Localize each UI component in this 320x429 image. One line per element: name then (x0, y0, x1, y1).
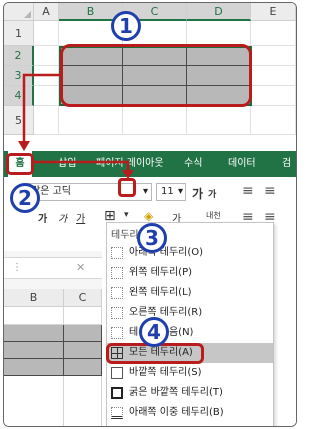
grid-cell[interactable] (4, 376, 64, 426)
bottom-double-border-icon (111, 407, 123, 419)
row-header-3[interactable]: 3 (4, 66, 34, 86)
top-border-icon (111, 267, 123, 279)
tab-data[interactable]: 데이터 (228, 151, 256, 177)
tab-page-layout[interactable]: 페이지 레이아웃 (96, 151, 164, 177)
step-badge-4: 4 (139, 317, 169, 347)
selected-cell[interactable] (4, 359, 64, 376)
row-header-1[interactable]: 1 (4, 21, 34, 46)
selected-cell[interactable] (4, 325, 64, 342)
menu-item-outside-borders[interactable]: 바깥쪽 테두리(S) (107, 363, 273, 383)
formula-bar: ⋮ ✕ (4, 257, 102, 279)
underline-button[interactable]: 가 (76, 210, 85, 225)
step-badge-1: 1 (111, 11, 141, 41)
row-header-4[interactable]: 4 (4, 86, 34, 106)
sheet-fragment: ⋮ ✕ B C (4, 251, 102, 426)
phonetic-button[interactable]: 내천 (206, 210, 221, 221)
grid-cell[interactable] (34, 86, 59, 106)
border-menu-header: 테두리 (111, 230, 139, 241)
grid-cell[interactable] (59, 106, 123, 135)
font-row: 맑은 고딕 ▾ 11 ▾ 가 가 ≡ ≡ (4, 179, 296, 201)
grid-cell[interactable] (34, 106, 59, 135)
menu-item-left-border[interactable]: 왼쪽 테두리(L) (107, 283, 273, 303)
font-size: 11 (161, 186, 174, 197)
grid-cell[interactable] (251, 86, 296, 106)
highlight-selected-range (60, 44, 252, 107)
selected-cell[interactable] (64, 325, 102, 342)
selected-cell[interactable] (64, 359, 102, 376)
menu-item-bottom-double-border[interactable]: 아래쪽 이중 테두리(B) (107, 403, 273, 423)
menu-item-thick-outside-borders[interactable]: 굵은 바깥쪽 테두리(T) (107, 383, 273, 403)
grid-cell[interactable] (64, 307, 102, 325)
grid-cell[interactable] (64, 376, 102, 426)
more-icon[interactable]: ⋮ (12, 262, 22, 273)
bold-button[interactable]: 가 (38, 210, 47, 225)
ribbon-panel: 홈 삽입 페이지 레이아웃 수식 데이터 검 맑은 고딕 ▾ 11 ▾ 가 가 ≡ … (4, 151, 296, 426)
column-header-a[interactable]: A (34, 3, 59, 21)
grid-cell[interactable] (34, 21, 59, 46)
chevron-down-icon: ▾ (142, 186, 148, 197)
tab-insert[interactable]: 삽입 (58, 151, 76, 177)
chevron-down-icon: ▾ (177, 186, 183, 197)
grid-cell[interactable] (251, 106, 296, 135)
border-menu: 테두리 아래쪽 테두리(O) 위쪽 테두리(P) 왼쪽 테두리(L) 오른쪽 테… (106, 222, 274, 426)
ribbon-tab-bar: 홈 삽입 페이지 레이아웃 수식 데이터 검 (4, 151, 296, 177)
grid-cell[interactable] (4, 307, 64, 325)
step-badge-3: 3 (137, 223, 167, 253)
grid-cell[interactable] (187, 21, 251, 46)
left-border-icon (111, 287, 123, 299)
grow-font-button[interactable]: 가 (192, 185, 203, 202)
selected-cell[interactable] (4, 342, 64, 359)
grid-cell[interactable] (123, 106, 187, 135)
font-size-box[interactable]: 11 ▾ (156, 183, 186, 201)
grid-cell[interactable] (251, 21, 296, 46)
menu-item-bottom-border[interactable]: 아래쪽 테두리(O) (107, 243, 273, 263)
border-dropdown-chevron-icon[interactable]: ▾ (124, 210, 129, 220)
grid-cell[interactable] (34, 66, 59, 86)
menu-item-no-border[interactable]: 테두리 없음(N) (107, 323, 273, 343)
select-all-corner[interactable] (4, 3, 34, 21)
row-header-5[interactable]: 5 (4, 106, 34, 135)
grid-cell[interactable] (34, 46, 59, 66)
italic-button[interactable]: 가 (58, 210, 67, 225)
arrowhead-icon (18, 141, 30, 151)
row-header-2[interactable]: 2 (4, 46, 34, 66)
tab-more[interactable]: 검 (282, 151, 291, 177)
grid-cell[interactable] (251, 46, 296, 66)
highlight-border-dropdown (118, 178, 136, 197)
align-top-icon[interactable]: ≡ (242, 183, 254, 199)
column-header-d[interactable]: D (187, 3, 251, 21)
highlight-home-tab (6, 153, 34, 175)
shrink-font-button[interactable]: 가 (208, 187, 216, 200)
column-header-c[interactable]: C (64, 289, 102, 307)
outside-borders-icon (111, 367, 123, 379)
right-border-icon (111, 307, 123, 319)
menu-item-top-border[interactable]: 위쪽 테두리(P) (107, 263, 273, 283)
selected-cell[interactable] (64, 342, 102, 359)
tutorial-frame: A B C D E 1 2 3 4 5 홈 삽입 페이지 레이아웃 수식 데이터… (3, 2, 297, 427)
column-header-e[interactable]: E (251, 3, 296, 21)
tab-formulas[interactable]: 수식 (184, 151, 202, 177)
no-border-icon (111, 327, 123, 339)
grid-cell[interactable] (187, 106, 251, 135)
fill-color-icon[interactable]: ◈ (144, 209, 153, 223)
grid-cell[interactable] (251, 66, 296, 86)
step-badge-2: 2 (10, 183, 40, 213)
align-middle-icon[interactable]: ≡ (264, 183, 276, 199)
thick-outside-borders-icon (111, 387, 123, 399)
bottom-border-icon (111, 247, 123, 259)
column-header-b[interactable]: B (4, 289, 64, 307)
cancel-icon[interactable]: ✕ (76, 261, 85, 274)
menu-item-right-border[interactable]: 오른쪽 테두리(R) (107, 303, 273, 323)
